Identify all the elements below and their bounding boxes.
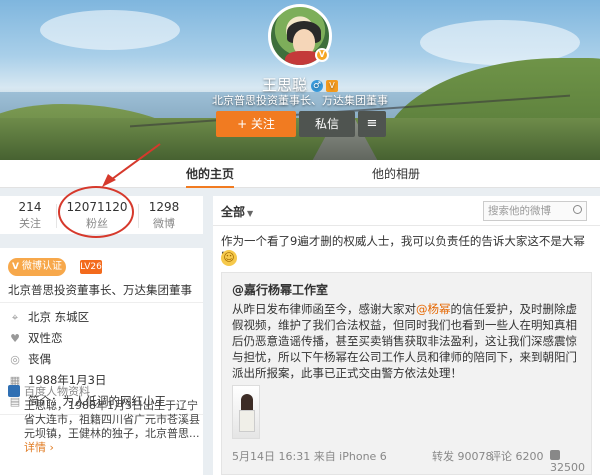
annotation-circle <box>58 186 134 238</box>
profile-intro: 北京普思投资董事长、万达集团董事 <box>212 94 388 107</box>
quote-author-link[interactable]: @嘉行杨幂工作室 <box>232 281 328 298</box>
verify-badge[interactable]: 微博认证 <box>8 258 66 276</box>
forward-button[interactable]: 转发 90078 <box>432 448 493 464</box>
tab-home[interactable]: 他的主页 <box>186 160 235 188</box>
mention-link[interactable]: @杨幂 <box>416 302 451 316</box>
baike-title[interactable]: 百度人物资料 <box>24 383 90 399</box>
post-timestamp[interactable]: 5月14日 16:31 来自 iPhone 6 <box>232 448 387 464</box>
search-icon[interactable] <box>573 205 582 214</box>
chevron-down-icon: ▼ <box>247 209 254 218</box>
like-button[interactable]: 32500 <box>550 448 592 474</box>
detail-orientation-text: 双性恋 <box>28 331 63 345</box>
verified-v-icon: V <box>315 48 329 62</box>
more-menu-button[interactable]: ≡ <box>358 111 386 137</box>
stat-following-label: 关注 <box>19 217 41 230</box>
level-badge[interactable]: LV26 <box>80 260 102 274</box>
message-button[interactable]: 私信 <box>299 111 355 137</box>
profile-tab-bar: 他的主页 他的相册 <box>0 160 600 188</box>
comment-button[interactable]: 评论 6200 <box>490 448 544 464</box>
annotation-arrow-icon <box>102 143 161 187</box>
feed-header: 全部 ▼ 搜索他的微博 <box>213 196 600 226</box>
feed-filter-dropdown[interactable]: 全部 ▼ <box>221 203 253 220</box>
post-image-thumbnail[interactable] <box>232 385 260 439</box>
detail-location-text: 北京 东城区 <box>28 310 90 324</box>
detail-location: ⌖ 北京 东城区 <box>8 308 89 326</box>
detail-orientation: ♥ 双性恋 <box>8 329 63 347</box>
baike-summary: 王思聪，1988年1月3日出生于辽宁省大连市，祖籍四川省广元市苍溪县元坝镇，王健… <box>24 399 200 455</box>
emoji-icon: ☺ <box>221 250 237 266</box>
detail-marital-text: 丧偶 <box>28 352 51 366</box>
quote-body-part1: 从昨日发布律师函至今，感谢大家对 <box>232 302 416 316</box>
like-count: 32500 <box>550 461 585 474</box>
follow-button[interactable]: + 关注 <box>216 111 296 137</box>
feed-filter-label: 全部 <box>221 205 246 219</box>
location-icon: ⌖ <box>11 311 19 324</box>
verify-text: 北京普思投资董事长、万达集团董事 <box>8 283 192 297</box>
feed-panel: 全部 ▼ 搜索他的微博 作为一个看了9遍才删的权威人士，我可以负责任的告诉大家这不… <box>213 196 600 475</box>
detail-marital: ◎ 丧偶 <box>8 350 51 368</box>
baike-icon <box>8 385 20 397</box>
stat-following[interactable]: 214 关注 <box>8 200 52 231</box>
stat-posts[interactable]: 1298 微博 <box>142 200 186 231</box>
stat-posts-label: 微博 <box>153 217 175 230</box>
heart-icon: ♥ <box>10 332 20 345</box>
ring-icon: ◎ <box>10 353 20 366</box>
member-icon: ♂ <box>311 79 323 92</box>
search-input[interactable]: 搜索他的微博 <box>483 201 587 221</box>
baike-more-link[interactable]: 详情 › <box>24 441 54 454</box>
baike-summary-text: 王思聪，1988年1月3日出生于辽宁省大连市，祖籍四川省广元市苍溪县元坝镇，王健… <box>24 399 200 440</box>
thumbs-up-icon <box>550 450 560 460</box>
stat-posts-value: 1298 <box>148 200 180 214</box>
quote-body: 从昨日发布律师函至今，感谢大家对@杨幂的信任爱护，及时删除虚假视频，维护了我们合… <box>232 301 588 381</box>
post-text: 作为一个看了9遍才删的权威人士，我可以负责任的告诉大家这不是大幂幂。 <box>221 234 585 264</box>
stat-following-value: 214 <box>18 200 42 214</box>
vip-icon: V <box>326 79 338 92</box>
reposted-post: @嘉行杨幂工作室 从昨日发布律师函至今，感谢大家对@杨幂的信任爱护，及时删除虚假… <box>221 272 592 475</box>
tab-album[interactable]: 他的相册 <box>372 160 420 188</box>
